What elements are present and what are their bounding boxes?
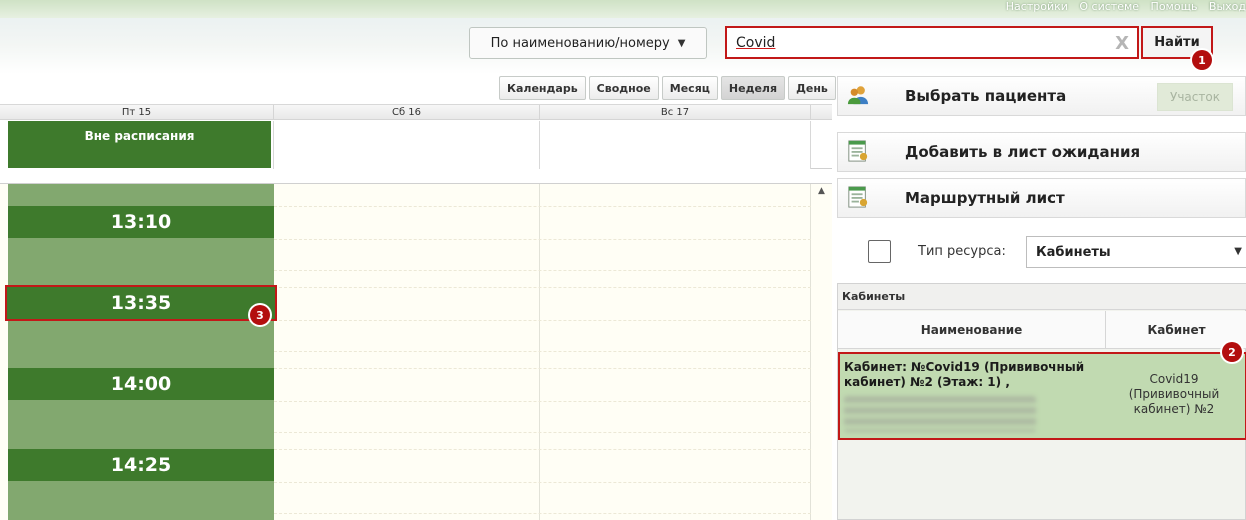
resource-type-select[interactable]: Кабинеты ▼ bbox=[1026, 236, 1246, 268]
resource-type-row: Тип ресурса: Кабинеты ▼ bbox=[837, 230, 1246, 274]
view-day-button[interactable]: День bbox=[788, 76, 836, 100]
room-name: Кабинет: №Covid19 (Прививочный кабинет) … bbox=[844, 360, 1085, 389]
column-header-name[interactable]: Наименование bbox=[838, 311, 1106, 349]
link-settings[interactable]: Настройки bbox=[1006, 0, 1068, 12]
select-patient-label: Выбрать пациента bbox=[905, 87, 1067, 105]
link-about[interactable]: О системе bbox=[1079, 0, 1139, 12]
grid-line bbox=[274, 368, 811, 369]
grid-line bbox=[274, 432, 811, 433]
callout-badge-3: 3 bbox=[250, 305, 270, 325]
rooms-panel: Кабинеты Наименование Кабинет Кабинет: №… bbox=[837, 283, 1246, 520]
grid-line bbox=[274, 513, 811, 514]
rooms-title: Кабинеты bbox=[838, 284, 1246, 310]
time-slot[interactable]: 14:00 bbox=[8, 368, 274, 400]
grid-line bbox=[274, 401, 811, 402]
right-panel: Выбрать пациента Участок Добавить в лист… bbox=[837, 74, 1246, 520]
room-code: Covid19 (Прививочный кабинет) №2 bbox=[1128, 372, 1220, 416]
room-address-redacted bbox=[844, 396, 1036, 432]
grid-line bbox=[274, 239, 811, 240]
view-switcher: Календарь Сводное Месяц Неделя День bbox=[499, 76, 836, 100]
add-waitlist-button[interactable]: Добавить в лист ожидания bbox=[837, 132, 1246, 172]
callout-badge-2: 2 bbox=[1222, 342, 1242, 362]
outside-cell-sat[interactable] bbox=[274, 121, 540, 169]
patients-icon bbox=[847, 86, 869, 105]
plot-button[interactable]: Участок bbox=[1157, 83, 1233, 111]
grid-line bbox=[274, 270, 811, 271]
callout-badge-1: 1 bbox=[1192, 50, 1212, 70]
day-header-sat: Сб 16 bbox=[274, 105, 540, 120]
table-row[interactable]: Кабинет: №Covid19 (Прививочный кабинет) … bbox=[838, 352, 1246, 440]
link-exit[interactable]: Выход bbox=[1209, 0, 1246, 12]
grid-line bbox=[274, 206, 811, 207]
clear-icon[interactable]: X bbox=[1115, 33, 1129, 54]
grid-col-sun[interactable] bbox=[540, 184, 811, 520]
outside-cell-sun[interactable] bbox=[540, 121, 811, 169]
day-header-sun: Вс 17 bbox=[540, 105, 811, 120]
grid-line bbox=[274, 351, 811, 352]
chevron-down-icon: ▼ bbox=[677, 37, 686, 49]
day-header-fri: Пт 15 bbox=[0, 105, 274, 120]
slots-column: 13:10 13:35 14:00 14:25 bbox=[5, 184, 277, 520]
view-calendar-button[interactable]: Календарь bbox=[499, 76, 586, 100]
search-mode-label: По наименованию/номеру bbox=[490, 35, 670, 51]
search-mode-dropdown[interactable]: По наименованию/номеру ▼ bbox=[469, 27, 707, 59]
add-waitlist-label: Добавить в лист ожидания bbox=[905, 143, 1141, 161]
link-help[interactable]: Помощь bbox=[1151, 0, 1198, 12]
resource-type-checkbox[interactable] bbox=[868, 240, 891, 263]
search-input[interactable]: Covid X bbox=[725, 26, 1139, 59]
resource-type-value: Кабинеты bbox=[1036, 244, 1111, 260]
grid-line bbox=[274, 449, 811, 450]
grid-line bbox=[274, 320, 811, 321]
view-summary-button[interactable]: Сводное bbox=[588, 76, 659, 100]
grid-line bbox=[274, 287, 811, 288]
outside-schedule-slot[interactable]: Вне расписания bbox=[8, 121, 271, 168]
list-form-icon bbox=[848, 140, 868, 162]
day-headers: Пт 15 Сб 16 Вс 17 bbox=[0, 105, 832, 120]
time-grid: 13:10 13:35 14:00 14:25 ▲ bbox=[0, 183, 832, 520]
resource-type-label: Тип ресурса: bbox=[918, 244, 1006, 259]
time-slot-selected[interactable]: 13:35 bbox=[5, 285, 277, 321]
calendar: Пт 15 Сб 16 Вс 17 Вне расписания 13:10 1… bbox=[0, 104, 832, 520]
chevron-down-icon: ▼ bbox=[1234, 246, 1242, 257]
search-input-value: Covid bbox=[736, 34, 776, 51]
route-sheet-icon bbox=[848, 186, 868, 208]
scroll-up-icon[interactable]: ▲ bbox=[818, 186, 825, 196]
view-week-button[interactable]: Неделя bbox=[720, 76, 786, 100]
view-month-button[interactable]: Месяц bbox=[661, 76, 718, 100]
time-slot[interactable]: 14:25 bbox=[8, 449, 274, 481]
top-links: Настройки О системе Помощь Выход bbox=[998, 0, 1246, 12]
route-sheet-label: Маршрутный лист bbox=[905, 189, 1065, 207]
time-slot[interactable]: 13:10 bbox=[8, 206, 274, 238]
grid-col-sat[interactable] bbox=[274, 184, 540, 520]
select-patient-button[interactable]: Выбрать пациента Участок bbox=[837, 76, 1246, 116]
grid-line bbox=[274, 482, 811, 483]
route-sheet-button[interactable]: Маршрутный лист bbox=[837, 178, 1246, 218]
